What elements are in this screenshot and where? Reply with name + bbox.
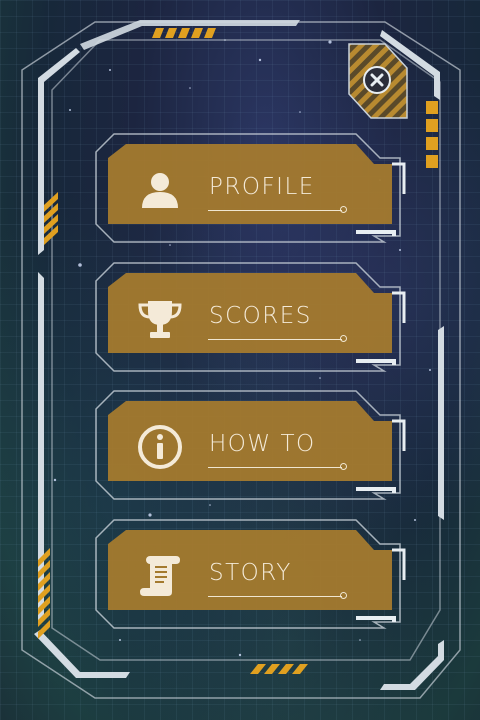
scores-label: SCORES [209,303,312,329]
story-button[interactable]: STORY [94,518,406,630]
person-icon [142,173,178,208]
label-underline [208,339,342,340]
scores-button[interactable]: SCORES [94,261,406,373]
close-button[interactable] [347,42,409,120]
how-to-button[interactable]: HOW TO [94,389,406,501]
label-underline [208,210,342,211]
profile-label: PROFILE [209,174,315,200]
profile-button[interactable]: PROFILE [94,132,406,244]
underline-dot [340,206,347,213]
underline-dot [340,335,347,342]
how-to-label: HOW TO [209,431,316,457]
story-label: STORY [209,560,292,586]
label-underline [208,596,342,597]
close-icon [363,66,391,94]
underline-dot [340,592,347,599]
info-icon [138,425,182,469]
trophy-icon [138,301,182,338]
scroll-icon [140,556,180,596]
underline-dot [340,463,347,470]
label-underline [208,467,342,468]
